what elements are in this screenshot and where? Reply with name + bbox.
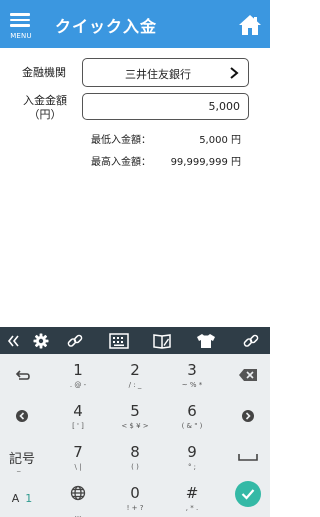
collapse-button[interactable] [2,327,24,354]
page-title: クイック入金 [55,17,158,36]
key-2[interactable]: 2 / : _ [107,355,163,395]
bank-name: 三井住友銀行 [125,68,191,81]
link-icon [67,334,83,347]
key-9[interactable]: 9 ° ; [164,437,220,477]
shirt-icon [197,333,215,348]
undo-icon [15,370,30,380]
max-amount-label: 最高入金額： [91,157,151,168]
bank-select[interactable]: 三井住友銀行 [82,58,249,87]
space-icon [238,454,258,461]
theme-button[interactable] [192,327,220,354]
cursor-right-key[interactable] [226,396,270,436]
key-1[interactable]: 1 . @ - [50,355,106,395]
numeric-keyboard: 1 . @ - 2 / : _ 3 ~ % * 4 [ ' ] 5 < $ ¥ … [0,354,270,517]
cursor-left-key[interactable] [0,396,44,436]
input-mode-alpha: A [11,491,20,505]
keyboard-layout-button[interactable] [104,327,134,354]
dictionary-button[interactable] [148,327,176,354]
home-button[interactable] [238,14,262,36]
key-3[interactable]: 3 ~ % * [164,355,220,395]
language-key-sub: ... [74,511,82,517]
link-button-2[interactable] [238,327,264,354]
key-6[interactable]: 6 ( & " ) [164,396,220,436]
cursor-right-icon [242,410,254,422]
symbol-key-label: 記号 [8,451,35,467]
amount-input[interactable] [82,93,249,120]
menu-label: MENU [10,32,32,40]
min-amount-label: 最低入金額： [91,135,151,146]
min-amount-value: 5,000 円 [199,135,241,146]
symbol-key-sub: _ [17,464,21,472]
gear-icon [33,333,49,348]
key-7[interactable]: 7 \ | [50,437,106,477]
input-mode-key[interactable]: A 1 [0,478,44,517]
dictionary-icon [153,333,171,349]
language-key[interactable]: ... [50,478,106,517]
max-amount-value: 99,999,999 円 [170,157,241,168]
backspace-icon [239,369,257,381]
keyboard-toolbar [0,327,270,354]
app-header: MENU クイック入金 [0,0,270,48]
globe-icon [70,485,86,505]
cursor-left-icon [16,410,28,422]
backspace-key[interactable] [226,355,270,395]
settings-button[interactable] [28,327,54,354]
hamburger-icon [10,13,30,27]
amount-label: 入金金額 （円） [22,94,68,122]
amount-label-line2: （円） [28,108,62,121]
key-hash[interactable]: # , * . [164,478,220,517]
undo-key[interactable] [0,355,44,395]
link-button[interactable] [62,327,88,354]
key-4[interactable]: 4 [ ' ] [50,396,106,436]
amount-label-line1: 入金金額 [23,94,67,107]
chevron-right-icon [230,67,239,79]
bank-label: 金融機関 [22,66,66,79]
checkmark-icon [241,489,255,500]
key-8[interactable]: 8 ( ) [107,437,163,477]
keyboard-icon [109,332,129,349]
key-5[interactable]: 5 < $ ¥ > [107,396,163,436]
input-mode-number: 1 [25,491,33,505]
menu-button[interactable]: MENU [8,10,34,42]
space-key[interactable] [226,437,270,477]
collapse-icon [7,335,19,346]
symbol-key[interactable]: 記号 _ [0,437,44,477]
key-0[interactable]: 0 ! + ? [107,478,163,517]
confirm-key[interactable] [235,481,261,507]
link-icon [243,334,259,347]
home-icon [239,15,261,35]
